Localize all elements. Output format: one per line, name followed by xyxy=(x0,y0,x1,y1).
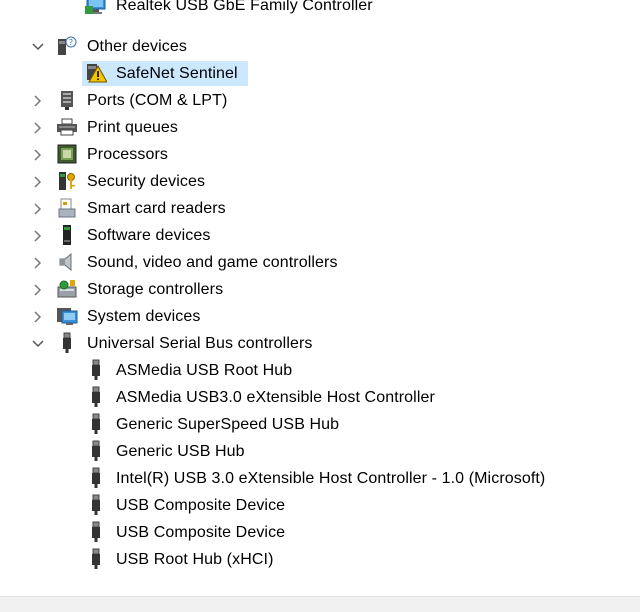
category-label: Universal Serial Bus controllers xyxy=(87,335,313,352)
category-label: Print queues xyxy=(87,119,179,136)
chevron-right-icon[interactable] xyxy=(30,142,46,167)
chevron-right-icon[interactable] xyxy=(30,169,46,194)
tree-item-label: Intel(R) USB 3.0 eXtensible Host Control… xyxy=(116,470,546,487)
category-label: Processors xyxy=(87,146,169,163)
chevron-down-icon[interactable] xyxy=(30,331,46,356)
usb-icon xyxy=(85,359,107,381)
speaker-icon xyxy=(56,251,78,273)
category-label: Sound, video and game controllers xyxy=(87,254,338,271)
security-key-icon xyxy=(56,170,78,192)
network-adapter-icon xyxy=(85,0,107,16)
category-label: Software devices xyxy=(87,227,211,244)
processor-icon xyxy=(56,143,78,165)
tree-item-label: USB Composite Device xyxy=(116,497,286,514)
category-label: Ports (COM & LPT) xyxy=(87,92,228,109)
usb-icon xyxy=(85,413,107,435)
tree-item-label: USB Composite Device xyxy=(116,524,286,541)
usb-icon xyxy=(85,494,107,516)
smart-card-reader-icon xyxy=(56,197,78,219)
port-icon xyxy=(56,89,78,111)
tree-item-label: Generic SuperSpeed USB Hub xyxy=(116,416,340,433)
chevron-right-icon[interactable] xyxy=(30,250,46,275)
chevron-right-icon[interactable] xyxy=(30,223,46,248)
usb-icon xyxy=(56,332,78,354)
warning-device-icon xyxy=(85,62,108,84)
printer-icon xyxy=(56,116,78,138)
category-label: Smart card readers xyxy=(87,200,226,217)
category-label: Security devices xyxy=(87,173,206,190)
status-bar xyxy=(0,596,640,612)
system-device-icon xyxy=(56,305,78,327)
usb-icon xyxy=(85,467,107,489)
chevron-right-icon[interactable] xyxy=(30,115,46,140)
category-label: Storage controllers xyxy=(87,281,224,298)
storage-controller-icon xyxy=(56,278,78,300)
chevron-right-icon[interactable] xyxy=(30,196,46,221)
chevron-right-icon[interactable] xyxy=(30,88,46,113)
device-tree: Realtek USB GbE Family Controller ? Othe… xyxy=(0,0,640,596)
chevron-right-icon[interactable] xyxy=(30,277,46,302)
chevron-right-icon[interactable] xyxy=(30,304,46,329)
chevron-down-icon[interactable] xyxy=(30,34,46,59)
unknown-device-icon: ? xyxy=(56,35,78,57)
tree-item-label: Realtek USB GbE Family Controller xyxy=(116,0,373,14)
tree-item-label: SafeNet Sentinel xyxy=(116,65,238,82)
category-label: Other devices xyxy=(87,38,188,55)
usb-icon xyxy=(85,440,107,462)
usb-icon xyxy=(85,386,107,408)
tree-item-label: Generic USB Hub xyxy=(116,443,245,460)
software-device-icon xyxy=(56,224,78,246)
tree-item-label: USB Root Hub (xHCI) xyxy=(116,551,274,568)
category-label: System devices xyxy=(87,308,201,325)
tree-item-label: ASMedia USB Root Hub xyxy=(116,362,293,379)
svg-text:?: ? xyxy=(69,38,73,47)
tree-item-label: ASMedia USB3.0 eXtensible Host Controlle… xyxy=(116,389,435,406)
usb-icon xyxy=(85,521,107,543)
usb-icon xyxy=(85,548,107,570)
